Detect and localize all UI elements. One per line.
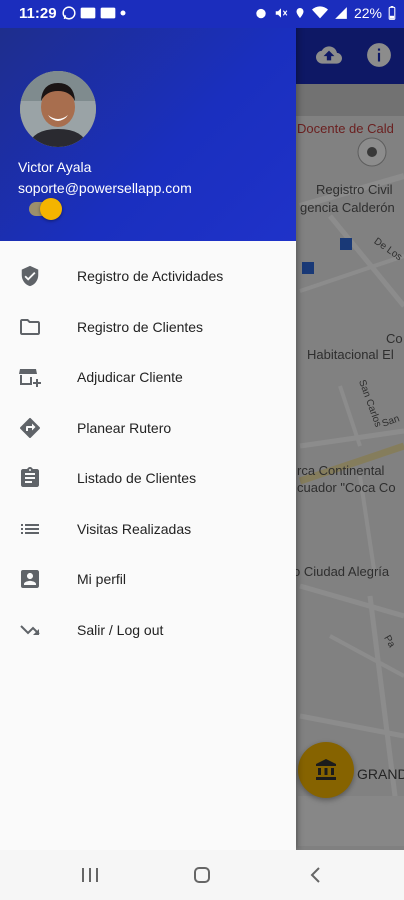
clipboard-icon xyxy=(18,466,42,490)
app-notification-icon xyxy=(80,7,96,19)
verified-shield-icon xyxy=(18,264,42,288)
store-add-icon xyxy=(18,365,42,389)
menu-item-label: Planear Rutero xyxy=(77,419,172,436)
whatsapp-icon xyxy=(62,6,76,20)
account-box-icon xyxy=(18,567,42,591)
drawer-menu: Registro de Actividades Registro de Clie… xyxy=(0,251,296,655)
avatar[interactable] xyxy=(20,71,96,147)
menu-item-label: Visitas Realizadas xyxy=(77,520,192,537)
toggle-knob xyxy=(40,198,62,220)
menu-item-registro-actividades[interactable]: Registro de Actividades xyxy=(0,251,296,302)
notification-icons xyxy=(62,6,126,20)
menu-item-label: Mi perfil xyxy=(77,571,127,588)
battery-icon xyxy=(388,6,396,20)
menu-item-mi-perfil[interactable]: Mi perfil xyxy=(0,554,296,605)
menu-item-label: Listado de Clientes xyxy=(77,470,197,487)
signal-icon xyxy=(335,7,347,19)
status-time: 11:29 xyxy=(19,5,57,22)
menu-item-logout[interactable]: Salir / Log out xyxy=(0,605,296,656)
menu-item-label: Salir / Log out xyxy=(77,621,164,638)
system-nav-bar xyxy=(0,850,404,900)
user-photo xyxy=(20,71,96,147)
logout-arrow-icon xyxy=(18,618,42,642)
folder-icon xyxy=(18,315,42,339)
menu-item-registro-clientes[interactable]: Registro de Clientes xyxy=(0,302,296,353)
user-name: Victor Ayala xyxy=(18,159,92,175)
battery-percent: 22% xyxy=(353,5,382,21)
status-toggle[interactable] xyxy=(29,198,62,220)
user-email: soporte@powersellapp.com xyxy=(18,180,192,196)
app-notification-icon xyxy=(100,7,116,19)
status-bar: 11:29 22% xyxy=(0,0,404,28)
wifi-icon xyxy=(311,6,328,19)
menu-item-label: Registro de Actividades xyxy=(77,268,224,285)
menu-item-planear-rutero[interactable]: Planear Rutero xyxy=(0,403,296,454)
location-icon xyxy=(296,8,304,18)
menu-item-adjudicar-cliente[interactable]: Adjudicar Cliente xyxy=(0,352,296,403)
more-notifications-icon xyxy=(120,10,126,16)
directions-icon xyxy=(18,416,42,440)
recent-apps-icon[interactable] xyxy=(80,865,100,885)
back-icon[interactable] xyxy=(306,865,326,885)
navigation-drawer: Victor Ayala soporte@powersellapp.com Re… xyxy=(0,0,296,850)
list-icon xyxy=(18,517,42,541)
drawer-header: Victor Ayala soporte@powersellapp.com xyxy=(0,0,296,241)
mute-icon xyxy=(275,8,288,18)
menu-item-listado-clientes[interactable]: Listado de Clientes xyxy=(0,453,296,504)
menu-item-visitas-realizadas[interactable]: Visitas Realizadas xyxy=(0,504,296,555)
alarm-icon xyxy=(256,8,266,19)
home-icon[interactable] xyxy=(192,865,212,885)
menu-item-label: Adjudicar Cliente xyxy=(77,369,183,386)
menu-item-label: Registro de Clientes xyxy=(77,318,204,335)
system-icons: 22% xyxy=(254,5,396,21)
